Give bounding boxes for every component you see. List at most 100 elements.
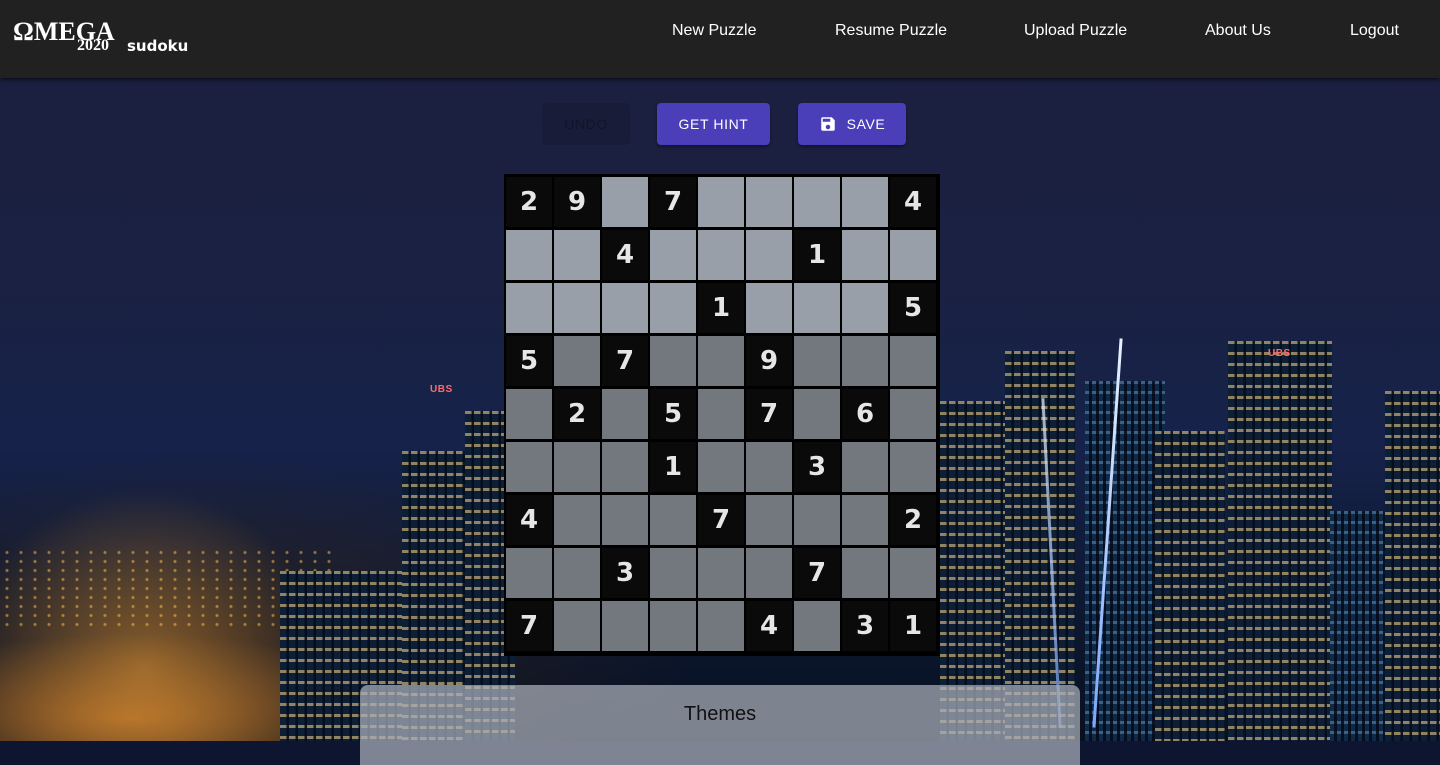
sudoku-cell-empty[interactable] xyxy=(650,230,696,280)
sudoku-cell-empty[interactable] xyxy=(698,548,744,598)
sudoku-cell-empty[interactable] xyxy=(794,601,840,651)
sudoku-cell-given: 9 xyxy=(746,336,792,386)
undo-button[interactable]: UNDO xyxy=(542,103,630,145)
building xyxy=(1155,431,1225,741)
sudoku-cell-empty[interactable] xyxy=(890,336,936,386)
nav-logout[interactable]: Logout xyxy=(1350,22,1399,40)
sudoku-cell-given: 1 xyxy=(650,442,696,492)
sudoku-cell-empty[interactable] xyxy=(698,230,744,280)
sudoku-cell-empty[interactable] xyxy=(650,336,696,386)
sudoku-cell-empty[interactable] xyxy=(794,177,840,227)
sudoku-cell-empty[interactable] xyxy=(842,283,888,333)
sudoku-cell-empty[interactable] xyxy=(602,495,648,545)
sudoku-cell-empty[interactable] xyxy=(698,601,744,651)
floppy-disk-icon xyxy=(820,117,835,131)
sudoku-cell-given: 4 xyxy=(602,230,648,280)
sudoku-cell-empty[interactable] xyxy=(602,177,648,227)
sudoku-cell-empty[interactable] xyxy=(506,230,552,280)
sudoku-cell-given: 1 xyxy=(698,283,744,333)
sudoku-cell-given: 3 xyxy=(842,601,888,651)
sudoku-cell-given: 7 xyxy=(602,336,648,386)
sudoku-cell-empty[interactable] xyxy=(746,283,792,333)
sudoku-cell-given: 7 xyxy=(698,495,744,545)
sudoku-cell-empty[interactable] xyxy=(554,495,600,545)
sudoku-cell-empty[interactable] xyxy=(890,548,936,598)
sudoku-cell-empty[interactable] xyxy=(650,601,696,651)
sudoku-cell-empty[interactable] xyxy=(554,548,600,598)
sudoku-cell-empty[interactable] xyxy=(842,230,888,280)
sudoku-cell-empty[interactable] xyxy=(554,230,600,280)
sudoku-cell-given: 7 xyxy=(794,548,840,598)
undo-label: UNDO xyxy=(564,116,608,132)
top-navbar: ΩMEGA 2020 sudoku New Puzzle Resume Puzz… xyxy=(0,0,1440,78)
sudoku-cell-empty[interactable] xyxy=(602,283,648,333)
sudoku-cell-empty[interactable] xyxy=(698,177,744,227)
sudoku-cell-given: 3 xyxy=(794,442,840,492)
sudoku-cell-empty[interactable] xyxy=(746,230,792,280)
building xyxy=(1228,341,1332,741)
sudoku-cell-given: 2 xyxy=(890,495,936,545)
sudoku-cell-given: 1 xyxy=(794,230,840,280)
sudoku-cell-empty[interactable] xyxy=(554,442,600,492)
sudoku-cell-empty[interactable] xyxy=(746,548,792,598)
sudoku-cell-empty[interactable] xyxy=(794,389,840,439)
nav-about-us[interactable]: About Us xyxy=(1205,22,1271,40)
themes-title: Themes xyxy=(683,703,757,725)
get-hint-button[interactable]: GET HINT xyxy=(657,103,770,145)
sudoku-cell-empty[interactable] xyxy=(650,548,696,598)
sudoku-cell-empty[interactable] xyxy=(602,389,648,439)
sudoku-cell-given: 2 xyxy=(506,177,552,227)
themes-panel: Themes xyxy=(360,685,1080,765)
logo-year-text: 2020 xyxy=(77,37,109,54)
sudoku-cell-given: 4 xyxy=(890,177,936,227)
sudoku-cell-empty[interactable] xyxy=(650,283,696,333)
sudoku-cell-empty[interactable] xyxy=(698,336,744,386)
sudoku-cell-empty[interactable] xyxy=(602,601,648,651)
sudoku-cell-empty[interactable] xyxy=(794,283,840,333)
sudoku-cell-empty[interactable] xyxy=(698,389,744,439)
get-hint-label: GET HINT xyxy=(678,116,749,132)
sudoku-cell-given: 5 xyxy=(506,336,552,386)
sudoku-cell-given: 3 xyxy=(602,548,648,598)
sudoku-cell-empty[interactable] xyxy=(794,495,840,545)
sudoku-cell-given: 7 xyxy=(746,389,792,439)
sudoku-cell-empty[interactable] xyxy=(890,442,936,492)
app-logo[interactable]: ΩMEGA 2020 sudoku xyxy=(13,17,193,61)
sudoku-cell-given: 7 xyxy=(506,601,552,651)
sudoku-cell-empty[interactable] xyxy=(506,283,552,333)
sudoku-cell-empty[interactable] xyxy=(506,548,552,598)
sudoku-cell-given: 9 xyxy=(554,177,600,227)
sudoku-cell-empty[interactable] xyxy=(890,389,936,439)
sudoku-cell-empty[interactable] xyxy=(506,389,552,439)
sudoku-cell-empty[interactable] xyxy=(842,177,888,227)
rooftop-sign: UBS xyxy=(1268,348,1291,359)
sudoku-cell-empty[interactable] xyxy=(506,442,552,492)
sudoku-cell-given: 2 xyxy=(554,389,600,439)
save-label: SAVE xyxy=(846,116,886,132)
sudoku-cell-empty[interactable] xyxy=(746,442,792,492)
sudoku-cell-empty[interactable] xyxy=(890,230,936,280)
nav-upload-puzzle[interactable]: Upload Puzzle xyxy=(1024,22,1127,40)
nav-new-puzzle[interactable]: New Puzzle xyxy=(672,22,756,40)
sudoku-cell-given: 6 xyxy=(842,389,888,439)
sudoku-cell-empty[interactable] xyxy=(842,495,888,545)
sudoku-cell-empty[interactable] xyxy=(842,442,888,492)
building xyxy=(1005,351,1075,741)
sudoku-cell-empty[interactable] xyxy=(554,283,600,333)
sudoku-cell-empty[interactable] xyxy=(794,336,840,386)
sudoku-cell-empty[interactable] xyxy=(698,442,744,492)
sudoku-cell-empty[interactable] xyxy=(554,601,600,651)
sudoku-cell-empty[interactable] xyxy=(746,177,792,227)
save-button[interactable]: SAVE xyxy=(798,103,906,145)
sudoku-cell-given: 7 xyxy=(650,177,696,227)
nav-resume-puzzle[interactable]: Resume Puzzle xyxy=(835,22,947,40)
logo-sudoku-text: sudoku xyxy=(127,37,189,55)
sudoku-cell-empty[interactable] xyxy=(746,495,792,545)
sudoku-cell-empty[interactable] xyxy=(602,442,648,492)
sudoku-cell-given: 4 xyxy=(506,495,552,545)
sudoku-cell-empty[interactable] xyxy=(842,548,888,598)
sudoku-cell-given: 1 xyxy=(890,601,936,651)
sudoku-cell-empty[interactable] xyxy=(650,495,696,545)
sudoku-cell-empty[interactable] xyxy=(842,336,888,386)
sudoku-cell-empty[interactable] xyxy=(554,336,600,386)
